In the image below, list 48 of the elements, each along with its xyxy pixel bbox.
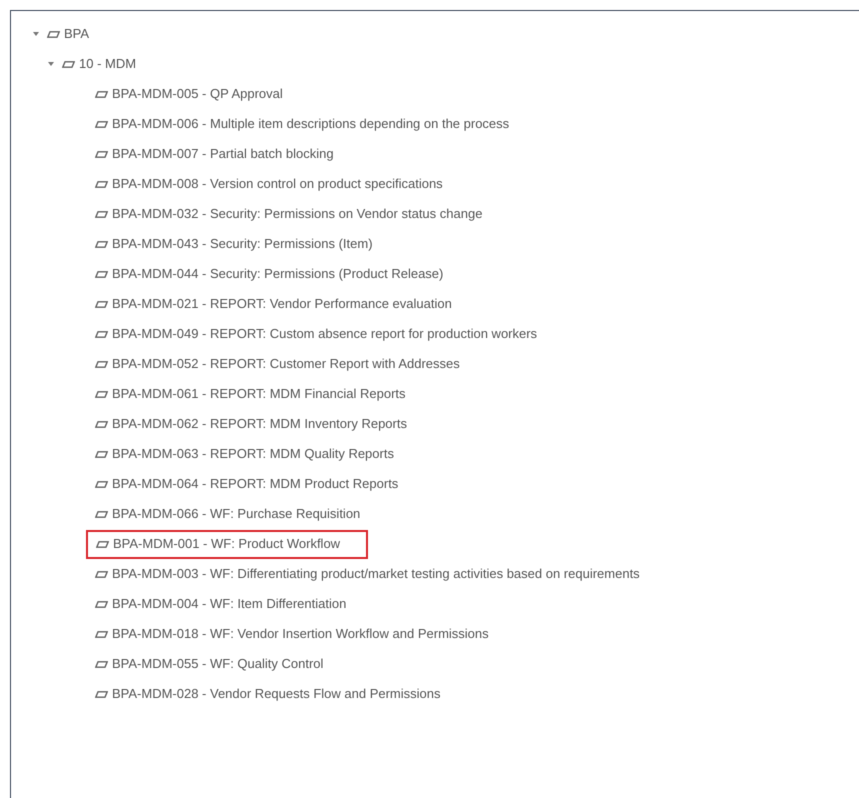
tree-item[interactable]: BPA-MDM-066 - WF: Purchase Requisition <box>95 500 360 528</box>
tree-item[interactable]: BPA-MDM-063 - REPORT: MDM Quality Reports <box>95 440 394 468</box>
item-icon <box>95 150 108 158</box>
caret-down-icon[interactable] <box>48 62 54 66</box>
item-icon <box>47 30 60 38</box>
item-icon <box>95 300 108 308</box>
item-icon <box>95 630 108 638</box>
tree-item[interactable]: BPA-MDM-044 - Security: Permissions (Product Release) <box>95 260 444 288</box>
tree-item[interactable]: BPA-MDM-028 - Vendor Requests Flow and Permissions <box>95 680 440 708</box>
tree-item[interactable]: BPA-MDM-064 - REPORT: MDM Product Reports <box>95 470 398 498</box>
item-icon <box>95 420 108 428</box>
item-icon <box>95 240 108 248</box>
item-icon <box>95 330 108 338</box>
item-icon <box>95 510 108 518</box>
tree-item[interactable]: BPA-MDM-062 - REPORT: MDM Inventory Reports <box>95 410 407 438</box>
tree-item[interactable]: 10 - MDM <box>48 50 136 78</box>
tree-item[interactable]: BPA-MDM-001 - WF: Product Workflow <box>86 530 368 558</box>
item-icon <box>95 660 108 668</box>
item-icon <box>95 480 108 488</box>
item-icon <box>95 390 108 398</box>
item-icon <box>95 90 108 98</box>
item-icon <box>95 600 108 608</box>
item-icon <box>62 60 75 68</box>
tree-item[interactable]: BPA-MDM-006 - Multiple item descriptions depending on the process <box>95 110 510 138</box>
tree-item[interactable]: BPA-MDM-003 - WF: Differentiating product/market testing activities based on requirements <box>95 560 640 588</box>
tree-item[interactable]: BPA-MDM-043 - Security: Permissions (Item) <box>95 230 373 258</box>
item-icon <box>95 120 108 128</box>
tree-item[interactable]: BPA-MDM-055 - WF: Quality Control <box>95 650 324 678</box>
tree-item[interactable]: BPA-MDM-052 - REPORT: Customer Report with Addresses <box>95 350 460 378</box>
caret-down-icon[interactable] <box>33 32 39 36</box>
tree-item[interactable]: BPA <box>33 20 90 48</box>
item-icon <box>95 210 108 218</box>
tree-item[interactable]: BPA-MDM-018 - WF: Vendor Insertion Workflow and Permissions <box>95 620 489 648</box>
item-icon <box>95 270 108 278</box>
tree-item[interactable]: BPA-MDM-032 - Security: Permissions on Vendor status change <box>95 200 482 228</box>
tree-item[interactable]: BPA-MDM-007 - Partial batch blocking <box>95 140 334 168</box>
tree-item[interactable]: BPA-MDM-004 - WF: Item Differentiation <box>95 590 346 618</box>
tree-item[interactable]: BPA-MDM-021 - REPORT: Vendor Performance evaluation <box>95 290 452 318</box>
item-icon <box>95 450 108 458</box>
item-icon <box>95 690 108 698</box>
tree-item[interactable]: BPA-MDM-061 - REPORT: MDM Financial Reports <box>95 380 406 408</box>
tree-item[interactable]: BPA-MDM-008 - Version control on product specifications <box>95 170 443 198</box>
item-icon <box>95 570 108 578</box>
tree-item[interactable]: BPA-MDM-049 - REPORT: Custom absence report for production workers <box>95 320 538 348</box>
item-icon <box>95 180 108 188</box>
item-icon <box>95 360 108 368</box>
item-icon <box>96 540 109 548</box>
tree-item[interactable]: BPA-MDM-005 - QP Approval <box>95 80 283 108</box>
